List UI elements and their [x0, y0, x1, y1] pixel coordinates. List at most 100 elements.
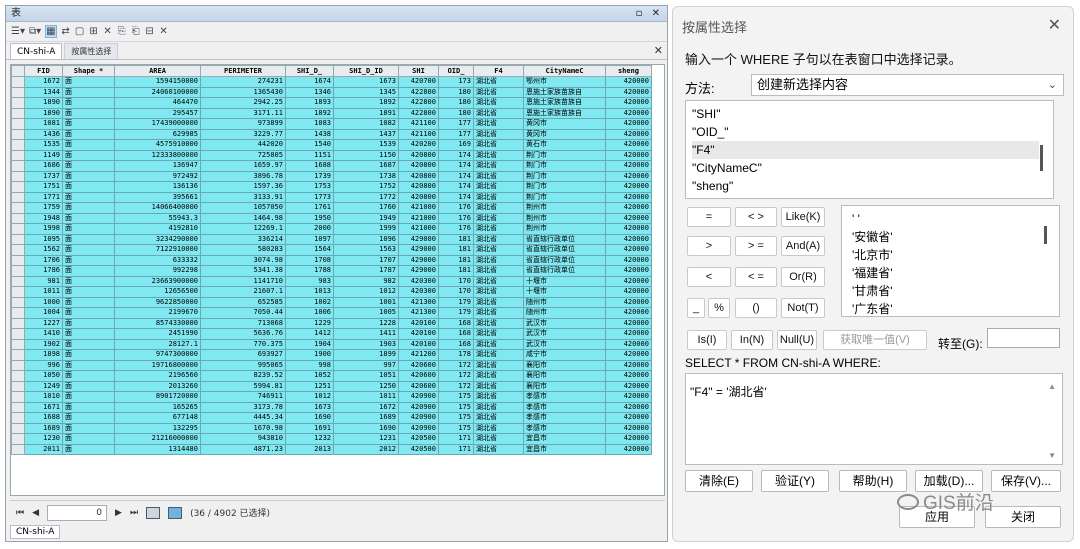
table-cell[interactable]: 420000 [605, 170, 652, 182]
value-item[interactable]: '北京市' [852, 246, 1059, 264]
table-cell[interactable]: 湖北省 [473, 233, 524, 245]
table-row[interactable]: 1011 面 12656500 21607.1 1013 1012 420300 170 湖北省… [11, 286, 652, 298]
table-row[interactable]: 1230 面 21216000000 943810 1232 1231 420500 171 湖… [11, 433, 652, 445]
verify-button[interactable]: 验证(Y) [761, 470, 829, 492]
table-cell[interactable]: 420000 [605, 97, 652, 109]
values-scrollbar[interactable] [1044, 226, 1047, 244]
table-row[interactable]: 1095 面 3234290000 336214 1097 1096 429000 181 湖北… [11, 233, 652, 245]
table-cell[interactable]: 1786 [24, 265, 63, 277]
related-tables-icon[interactable]: ⧉▾ [29, 26, 41, 37]
table-cell[interactable]: 172 [438, 380, 474, 392]
table-cell[interactable]: 1095 [24, 233, 63, 245]
table-cell[interactable]: 996 [24, 359, 63, 371]
table-cell[interactable]: 1010 [24, 391, 63, 403]
table-cell[interactable]: 420800 [398, 149, 439, 161]
table-cell[interactable]: 1081 [24, 118, 63, 130]
table-cell[interactable]: 420800 [398, 170, 439, 182]
table-cell[interactable]: 1250 [333, 380, 399, 392]
table-cell[interactable]: 174 [438, 191, 474, 203]
row-selector[interactable] [11, 317, 25, 329]
table-cell[interactable]: 420000 [605, 286, 652, 298]
get-unique-values-button[interactable]: 获取唯一值(V) [823, 330, 927, 350]
table-cell[interactable]: 湖北省 [473, 223, 524, 235]
table-row[interactable]: 1050 面 2196560 8239.52 1052 1051 420600 172 湖北省襄… [11, 370, 652, 382]
table-cell[interactable]: 181 [438, 254, 474, 266]
table-cell[interactable]: 429000 [398, 254, 439, 266]
table-cell[interactable]: 荆州市 [523, 202, 606, 214]
table-cell[interactable]: 湖北省 [473, 401, 524, 413]
table-cell[interactable]: 422800 [398, 107, 439, 119]
table-cell[interactable]: 175 [438, 422, 474, 434]
table-cell[interactable]: 湖北省 [473, 97, 524, 109]
table-cell[interactable]: 5341.38 [200, 265, 286, 277]
table-cell[interactable]: 武汉市 [523, 317, 606, 329]
table-cell[interactable]: 1689 [24, 422, 63, 434]
table-cell[interactable]: 420000 [605, 107, 652, 119]
clear-selection-icon[interactable]: ▢ [75, 26, 85, 37]
table-cell[interactable]: 面 [62, 76, 115, 88]
table-cell[interactable]: 713068 [200, 317, 286, 329]
table-cell[interactable]: 武汉市 [523, 338, 606, 350]
table-cell[interactable]: 随州市 [523, 296, 606, 308]
show-all-records-icon[interactable] [146, 506, 161, 519]
table-cell[interactable]: 省直辖行政单位 [523, 254, 606, 266]
table-cell[interactable]: 420000 [605, 380, 652, 392]
table-cell[interactable]: 3133.91 [200, 191, 286, 203]
table-cell[interactable]: 420000 [605, 160, 652, 172]
table-row[interactable]: 1890 面 295457 3171.11 1892 1891 422800 180 湖北省 恩施… [11, 107, 652, 119]
table-row[interactable]: 1671 面 165265 3173.78 1673 1672 420900 175 湖北省 孝感… [11, 401, 652, 413]
table-cell[interactable]: 136947 [114, 160, 201, 172]
table-cell[interactable]: 荆门市 [523, 149, 606, 161]
table-row[interactable]: 1149 面 12333800000 725805 1151 1150 420800 174 湖… [11, 149, 652, 161]
table-cell[interactable]: 1708 [285, 254, 334, 266]
close-icon[interactable]: ✕ [654, 44, 663, 57]
table-cell[interactable]: 1232 [285, 433, 334, 445]
table-cell[interactable]: 1899 [333, 349, 399, 361]
table-cell[interactable]: 1772 [333, 191, 399, 203]
table-cell[interactable]: 1948 [24, 212, 63, 224]
op-equals-button[interactable]: = [687, 207, 731, 227]
table-cell[interactable]: 429000 [398, 233, 439, 245]
table-cell[interactable]: 1949 [333, 212, 399, 224]
table-cell[interactable]: 面 [62, 223, 115, 235]
op-less-button[interactable]: < [687, 267, 731, 287]
table-row[interactable]: 981 面 23663900000 1141710 983 982 420300 170 湖北省… [11, 275, 652, 287]
table-cell[interactable]: 177 [438, 118, 474, 130]
table-cell[interactable]: 168 [438, 328, 474, 340]
table-cell[interactable]: 荆门市 [523, 181, 606, 193]
table-cell[interactable]: 黄石市 [523, 139, 606, 151]
table-cell[interactable]: 1706 [24, 254, 63, 266]
table-cell[interactable]: 面 [62, 359, 115, 371]
table-cell[interactable]: 180 [438, 107, 474, 119]
table-cell[interactable]: 1671 [24, 401, 63, 413]
field-list-scrollbar[interactable] [1040, 145, 1043, 171]
table-cell[interactable]: 420000 [605, 223, 652, 235]
column-header[interactable]: sheng [605, 65, 652, 77]
table-cell[interactable]: 面 [62, 286, 115, 298]
table-cell[interactable]: 17439000000 [114, 118, 201, 130]
value-item[interactable]: '甘肃省' [852, 282, 1059, 300]
table-cell[interactable]: 8901720000 [114, 391, 201, 403]
table-cell[interactable]: 420000 [605, 433, 652, 445]
record-number-input[interactable]: 0 [47, 504, 108, 521]
row-selector[interactable] [11, 97, 25, 109]
column-header[interactable]: SHI_D_ID [333, 65, 399, 77]
table-cell[interactable]: 1013 [285, 286, 334, 298]
table-cell[interactable]: 面 [62, 233, 115, 245]
table-cell[interactable]: 湖北省 [473, 128, 524, 140]
scroll-down-icon[interactable]: ▼ [1048, 451, 1056, 460]
table-cell[interactable]: 湖北省 [473, 181, 524, 193]
dialog-close-icon[interactable]: ✕ [1048, 15, 1061, 35]
table-cell[interactable]: 1673 [285, 401, 334, 413]
row-selector[interactable] [11, 370, 25, 382]
table-cell[interactable]: 1773 [285, 191, 334, 203]
table-cell[interactable]: 9747300000 [114, 349, 201, 361]
table-cell[interactable]: 2000 [285, 223, 334, 235]
table-cell[interactable]: 420600 [398, 359, 439, 371]
table-cell[interactable]: 997 [333, 359, 399, 371]
table-cell[interactable]: 172 [438, 359, 474, 371]
table-cell[interactable]: 1229 [285, 317, 334, 329]
table-cell[interactable]: 恩施土家族苗族自 [523, 107, 606, 119]
table-cell[interactable]: 420100 [398, 317, 439, 329]
table-cell[interactable]: 1659.97 [200, 160, 286, 172]
